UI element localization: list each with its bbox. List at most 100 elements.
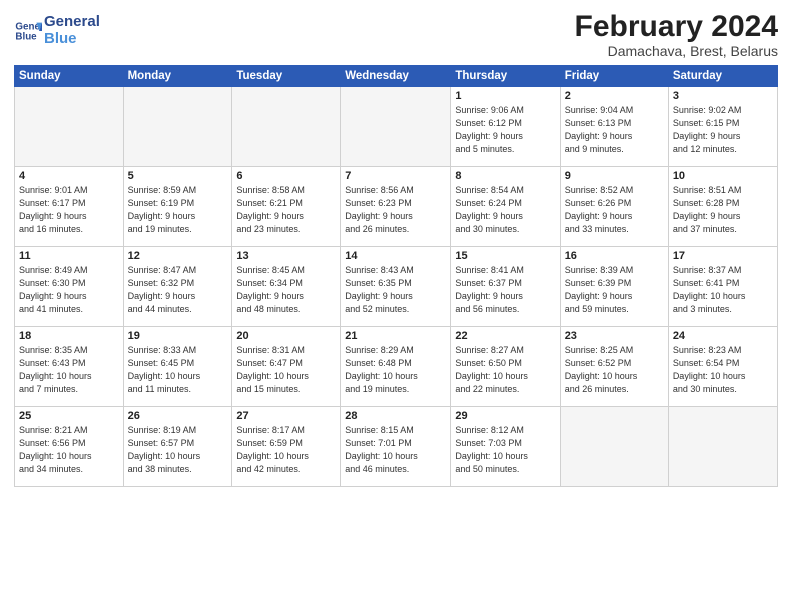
calendar-cell: 18 Sunrise: 8:35 AM Sunset: 6:43 PM Dayli… <box>15 327 124 407</box>
day-number: 24 <box>673 330 773 342</box>
day-number: 9 <box>565 170 664 182</box>
calendar-cell <box>232 87 341 167</box>
calendar-cell: 24 Sunrise: 8:23 AM Sunset: 6:54 PM Dayli… <box>668 327 777 407</box>
day-header-tuesday: Tuesday <box>232 66 341 87</box>
cell-info: Sunrise: 8:29 AM Sunset: 6:48 PM Dayligh… <box>345 344 446 396</box>
calendar-cell: 21 Sunrise: 8:29 AM Sunset: 6:48 PM Dayli… <box>341 327 451 407</box>
day-number: 27 <box>236 410 336 422</box>
cell-info: Sunrise: 8:39 AM Sunset: 6:39 PM Dayligh… <box>565 264 664 316</box>
day-number: 5 <box>128 170 228 182</box>
day-number: 12 <box>128 250 228 262</box>
day-header-wednesday: Wednesday <box>341 66 451 87</box>
calendar-cell: 29 Sunrise: 8:12 AM Sunset: 7:03 PM Dayli… <box>451 407 560 487</box>
cell-info: Sunrise: 8:52 AM Sunset: 6:26 PM Dayligh… <box>565 184 664 236</box>
cell-info: Sunrise: 8:23 AM Sunset: 6:54 PM Dayligh… <box>673 344 773 396</box>
cell-info: Sunrise: 8:54 AM Sunset: 6:24 PM Dayligh… <box>455 184 555 236</box>
calendar-cell: 22 Sunrise: 8:27 AM Sunset: 6:50 PM Dayli… <box>451 327 560 407</box>
cell-info: Sunrise: 8:27 AM Sunset: 6:50 PM Dayligh… <box>455 344 555 396</box>
cell-info: Sunrise: 8:43 AM Sunset: 6:35 PM Dayligh… <box>345 264 446 316</box>
calendar-cell: 19 Sunrise: 8:33 AM Sunset: 6:45 PM Dayli… <box>123 327 232 407</box>
calendar-cell: 14 Sunrise: 8:43 AM Sunset: 6:35 PM Dayli… <box>341 247 451 327</box>
cell-info: Sunrise: 8:21 AM Sunset: 6:56 PM Dayligh… <box>19 424 119 476</box>
day-number: 1 <box>455 90 555 102</box>
day-number: 10 <box>673 170 773 182</box>
day-number: 16 <box>565 250 664 262</box>
day-number: 18 <box>19 330 119 342</box>
day-number: 6 <box>236 170 336 182</box>
calendar-cell: 1 Sunrise: 9:06 AM Sunset: 6:12 PM Daylig… <box>451 87 560 167</box>
logo: General Blue General Blue <box>14 14 100 47</box>
calendar-cell: 17 Sunrise: 8:37 AM Sunset: 6:41 PM Dayli… <box>668 247 777 327</box>
day-header-saturday: Saturday <box>668 66 777 87</box>
cell-info: Sunrise: 8:17 AM Sunset: 6:59 PM Dayligh… <box>236 424 336 476</box>
day-number: 29 <box>455 410 555 422</box>
calendar-cell: 2Sunrise: 9:04 AM Sunset: 6:13 PM Daylig… <box>560 87 668 167</box>
cell-info: Sunrise: 8:12 AM Sunset: 7:03 PM Dayligh… <box>455 424 555 476</box>
day-number: 8 <box>455 170 555 182</box>
cell-info: Sunrise: 8:41 AM Sunset: 6:37 PM Dayligh… <box>455 264 555 316</box>
calendar-cell: 7Sunrise: 8:56 AM Sunset: 6:23 PM Daylig… <box>341 167 451 247</box>
cell-info: Sunrise: 9:01 AM Sunset: 6:17 PM Dayligh… <box>19 184 119 236</box>
calendar-cell: 16 Sunrise: 8:39 AM Sunset: 6:39 PM Dayli… <box>560 247 668 327</box>
calendar-cell: 15 Sunrise: 8:41 AM Sunset: 6:37 PM Dayli… <box>451 247 560 327</box>
day-number: 20 <box>236 330 336 342</box>
calendar-cell: 23Sunrise: 8:25 AM Sunset: 6:52 PM Dayli… <box>560 327 668 407</box>
calendar-header-row: SundayMondayTuesdayWednesdayThursdayFrid… <box>15 66 778 87</box>
cell-info: Sunrise: 8:59 AM Sunset: 6:19 PM Dayligh… <box>128 184 228 236</box>
day-number: 4 <box>19 170 119 182</box>
calendar-cell <box>668 407 777 487</box>
header: General Blue General Blue February 2024 … <box>14 10 778 59</box>
title-block: February 2024 Damachava, Brest, Belarus <box>575 10 778 59</box>
day-number: 28 <box>345 410 446 422</box>
day-number: 14 <box>345 250 446 262</box>
calendar-cell: 11Sunrise: 8:49 AM Sunset: 6:30 PM Dayli… <box>15 247 124 327</box>
day-number: 3 <box>673 90 773 102</box>
calendar-cell: 20 Sunrise: 8:31 AM Sunset: 6:47 PM Dayli… <box>232 327 341 407</box>
calendar-cell: 3 Sunrise: 9:02 AM Sunset: 6:15 PM Daylig… <box>668 87 777 167</box>
day-number: 15 <box>455 250 555 262</box>
cell-info: Sunrise: 8:58 AM Sunset: 6:21 PM Dayligh… <box>236 184 336 236</box>
main-container: General Blue General Blue February 2024 … <box>0 0 792 612</box>
cell-info: Sunrise: 8:31 AM Sunset: 6:47 PM Dayligh… <box>236 344 336 396</box>
cell-info: Sunrise: 9:06 AM Sunset: 6:12 PM Dayligh… <box>455 104 555 156</box>
cell-info: Sunrise: 8:35 AM Sunset: 6:43 PM Dayligh… <box>19 344 119 396</box>
day-header-sunday: Sunday <box>15 66 124 87</box>
calendar-cell <box>560 407 668 487</box>
cell-info: Sunrise: 9:02 AM Sunset: 6:15 PM Dayligh… <box>673 104 773 156</box>
calendar-week-2: 11Sunrise: 8:49 AM Sunset: 6:30 PM Dayli… <box>15 247 778 327</box>
calendar-cell: 25Sunrise: 8:21 AM Sunset: 6:56 PM Dayli… <box>15 407 124 487</box>
calendar-cell <box>341 87 451 167</box>
logo-icon: General Blue <box>14 17 42 45</box>
day-number: 26 <box>128 410 228 422</box>
day-number: 19 <box>128 330 228 342</box>
day-number: 23 <box>565 330 664 342</box>
calendar-cell: 6 Sunrise: 8:58 AM Sunset: 6:21 PM Daylig… <box>232 167 341 247</box>
calendar-cell: 12 Sunrise: 8:47 AM Sunset: 6:32 PM Dayli… <box>123 247 232 327</box>
calendar-week-0: 1 Sunrise: 9:06 AM Sunset: 6:12 PM Daylig… <box>15 87 778 167</box>
calendar-cell: 26 Sunrise: 8:19 AM Sunset: 6:57 PM Dayli… <box>123 407 232 487</box>
day-number: 22 <box>455 330 555 342</box>
calendar-cell: 10 Sunrise: 8:51 AM Sunset: 6:28 PM Dayli… <box>668 167 777 247</box>
calendar-cell: 13Sunrise: 8:45 AM Sunset: 6:34 PM Dayli… <box>232 247 341 327</box>
day-header-thursday: Thursday <box>451 66 560 87</box>
day-number: 17 <box>673 250 773 262</box>
cell-info: Sunrise: 8:19 AM Sunset: 6:57 PM Dayligh… <box>128 424 228 476</box>
cell-info: Sunrise: 8:51 AM Sunset: 6:28 PM Dayligh… <box>673 184 773 236</box>
location: Damachava, Brest, Belarus <box>575 43 778 59</box>
cell-info: Sunrise: 8:37 AM Sunset: 6:41 PM Dayligh… <box>673 264 773 316</box>
day-number: 11 <box>19 250 119 262</box>
day-number: 21 <box>345 330 446 342</box>
logo-text: General Blue <box>44 14 100 47</box>
calendar-table: SundayMondayTuesdayWednesdayThursdayFrid… <box>14 65 778 487</box>
cell-info: Sunrise: 8:47 AM Sunset: 6:32 PM Dayligh… <box>128 264 228 316</box>
calendar-cell: 27 Sunrise: 8:17 AM Sunset: 6:59 PM Dayli… <box>232 407 341 487</box>
calendar-cell: 4 Sunrise: 9:01 AM Sunset: 6:17 PM Daylig… <box>15 167 124 247</box>
calendar-cell: 5 Sunrise: 8:59 AM Sunset: 6:19 PM Daylig… <box>123 167 232 247</box>
day-header-monday: Monday <box>123 66 232 87</box>
svg-text:Blue: Blue <box>15 31 37 42</box>
day-header-friday: Friday <box>560 66 668 87</box>
cell-info: Sunrise: 8:15 AM Sunset: 7:01 PM Dayligh… <box>345 424 446 476</box>
cell-info: Sunrise: 8:56 AM Sunset: 6:23 PM Dayligh… <box>345 184 446 236</box>
cell-info: Sunrise: 8:33 AM Sunset: 6:45 PM Dayligh… <box>128 344 228 396</box>
calendar-cell: 9 Sunrise: 8:52 AM Sunset: 6:26 PM Daylig… <box>560 167 668 247</box>
